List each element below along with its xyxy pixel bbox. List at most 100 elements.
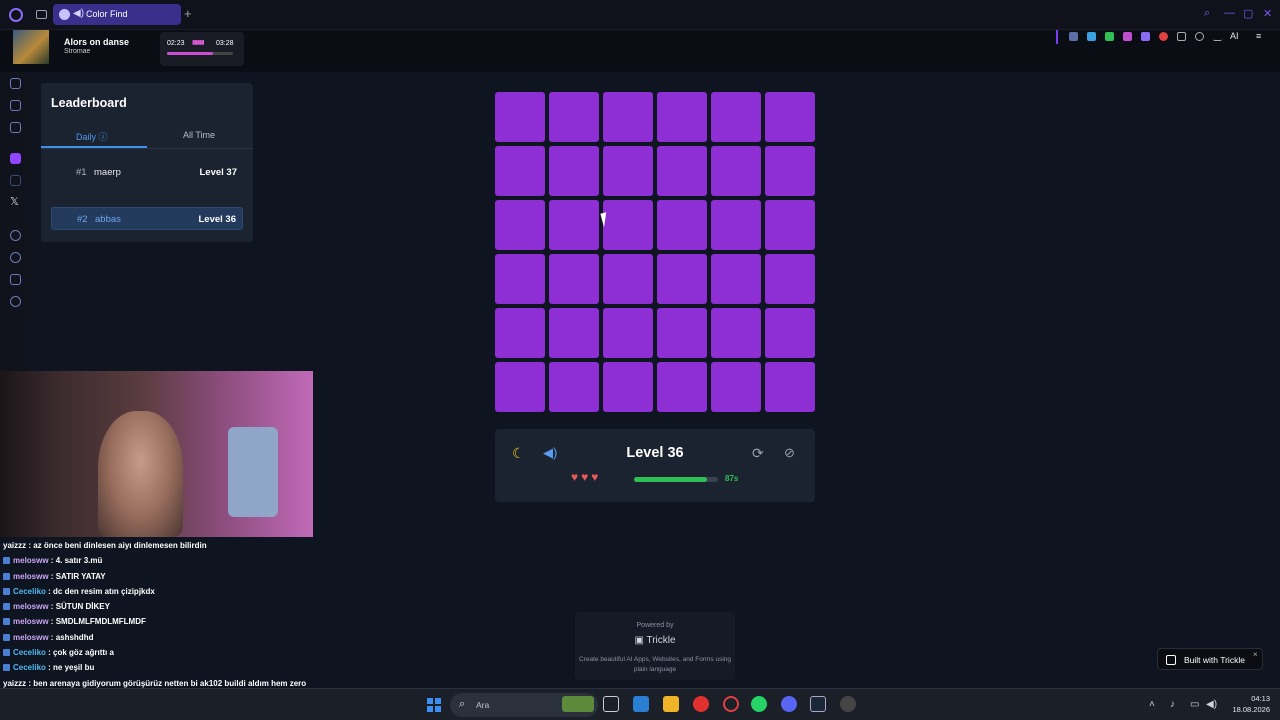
chat-badge-icon — [3, 572, 10, 580]
color-tile[interactable] — [765, 92, 815, 142]
color-tile[interactable] — [711, 146, 761, 196]
sidebar-news-icon[interactable] — [10, 122, 21, 133]
color-tile[interactable] — [657, 146, 707, 196]
tab-all-time[interactable]: All Time — [183, 130, 215, 140]
color-tile[interactable] — [765, 254, 815, 304]
tab-daily[interactable]: Daily ⓘ — [76, 130, 108, 143]
color-tile[interactable] — [765, 362, 815, 412]
tab-color-find[interactable]: ◀) Color Find — [53, 4, 181, 25]
color-tile[interactable] — [765, 146, 815, 196]
profile-icon[interactable] — [1195, 32, 1204, 41]
color-tile[interactable] — [603, 308, 653, 358]
color-tile[interactable] — [495, 362, 545, 412]
chat-message: melosww : ashshdhd — [3, 633, 333, 648]
color-tile[interactable] — [495, 146, 545, 196]
player-controls[interactable]: 02:23 ▮▮▮▮▮ 03:28 — [160, 32, 244, 66]
sidebar-home-icon[interactable] — [10, 78, 21, 89]
opera-icon[interactable] — [723, 696, 739, 712]
color-tile[interactable] — [765, 308, 815, 358]
vpn-icon[interactable] — [1141, 32, 1150, 41]
task-view-icon[interactable] — [603, 696, 619, 712]
color-tile[interactable] — [495, 92, 545, 142]
trickle-brand: ▣ Trickle — [634, 635, 676, 646]
color-tile[interactable] — [549, 146, 599, 196]
built-with-trickle-button[interactable]: Built with Trickle — [1157, 648, 1263, 670]
color-tile[interactable] — [549, 362, 599, 412]
sidebar-twitch-icon[interactable] — [10, 153, 21, 164]
hide-icon[interactable]: ⊘ — [784, 445, 795, 461]
sidebar-x-icon[interactable]: 𝕏 — [10, 195, 19, 208]
whatsapp-icon[interactable] — [751, 696, 767, 712]
close-window-icon[interactable]: ✕ — [1263, 7, 1272, 20]
chat-message: melosww : SÜTUN DİKEY — [3, 602, 333, 617]
app-icon[interactable] — [840, 696, 856, 712]
menu-icon[interactable]: ≡ — [1256, 31, 1261, 41]
sidebar-player-icon[interactable] — [10, 100, 21, 111]
color-tile[interactable] — [657, 254, 707, 304]
extension-icon-4[interactable] — [1123, 32, 1132, 41]
color-tile[interactable] — [657, 200, 707, 250]
chat-username: Ceceliko — [13, 586, 46, 596]
extension-icon-2[interactable] — [1087, 32, 1096, 41]
windows-start-icon[interactable] — [427, 698, 441, 712]
workspaces-icon[interactable] — [36, 10, 47, 19]
taskbar-clock[interactable]: 04:13 18.08.2026 — [1218, 693, 1270, 715]
color-tile[interactable] — [603, 92, 653, 142]
sidebar-settings-icon[interactable] — [10, 296, 21, 307]
adblock-icon[interactable] — [1159, 32, 1168, 41]
trickle-brand-text: Trickle — [646, 635, 676, 646]
close-badge-icon[interactable]: × — [1253, 650, 1258, 659]
color-tile[interactable] — [711, 200, 761, 250]
minimize-icon[interactable]: — — [1224, 7, 1235, 19]
color-tile[interactable] — [603, 254, 653, 304]
outlook-icon[interactable] — [633, 696, 649, 712]
tab-audio-icon[interactable]: ◀) — [73, 8, 84, 19]
color-tile[interactable] — [495, 308, 545, 358]
tray-expand-icon[interactable]: ˄ — [1149, 699, 1155, 710]
chat-message: Ceceliko : dc den resim atın çizipjkdx — [3, 587, 333, 602]
color-tile[interactable] — [549, 200, 599, 250]
chat-text: : ne yeşil bu — [45, 663, 95, 673]
file-explorer-icon[interactable] — [663, 696, 679, 712]
color-tile[interactable] — [711, 254, 761, 304]
sidebar-history-icon[interactable] — [10, 252, 21, 263]
microphone-icon[interactable]: ♪ — [1170, 699, 1175, 710]
color-tile[interactable] — [711, 362, 761, 412]
search-placeholder: Ara — [476, 700, 490, 710]
ai-button[interactable]: AI — [1230, 31, 1239, 41]
maximize-icon[interactable]: ▢ — [1243, 7, 1253, 20]
color-tile[interactable] — [603, 146, 653, 196]
color-tile[interactable] — [765, 200, 815, 250]
steam-icon[interactable] — [810, 696, 826, 712]
extension-icon-1[interactable] — [1069, 32, 1078, 41]
new-tab-button[interactable]: + — [184, 6, 192, 21]
tab-title: Color Find — [86, 9, 128, 19]
network-icon[interactable]: ▭ — [1190, 699, 1199, 710]
extensions-puzzle-icon[interactable] — [1177, 32, 1186, 41]
download-icon[interactable] — [1213, 32, 1222, 41]
volume-icon[interactable]: ◀) — [1206, 699, 1217, 710]
sidebar-play-icon[interactable] — [10, 230, 21, 241]
color-tile[interactable] — [495, 200, 545, 250]
color-tile[interactable] — [495, 254, 545, 304]
color-tile[interactable] — [603, 362, 653, 412]
youtube-icon[interactable] — [693, 696, 709, 712]
restart-icon[interactable]: ⟳ — [752, 445, 764, 462]
browser-logo-icon[interactable] — [9, 8, 23, 22]
color-tile[interactable] — [657, 308, 707, 358]
sidebar-app-icon[interactable] — [10, 175, 21, 186]
discord-icon[interactable] — [781, 696, 797, 712]
color-tile[interactable] — [549, 308, 599, 358]
color-tile[interactable] — [549, 92, 599, 142]
color-tile[interactable] — [549, 254, 599, 304]
search-tabs-icon[interactable]: ⌕ — [1204, 7, 1210, 20]
sidebar-extensions-icon[interactable] — [10, 274, 21, 285]
color-tile[interactable] — [711, 92, 761, 142]
color-tile[interactable] — [711, 308, 761, 358]
chat-username: Ceceliko — [13, 663, 46, 673]
powered-by-card[interactable]: Powered by ▣ Trickle Create beautiful AI… — [575, 612, 735, 680]
color-tile[interactable] — [657, 92, 707, 142]
color-tile[interactable] — [657, 362, 707, 412]
song-progress-bar[interactable] — [167, 52, 233, 55]
extension-icon-3[interactable] — [1105, 32, 1114, 41]
